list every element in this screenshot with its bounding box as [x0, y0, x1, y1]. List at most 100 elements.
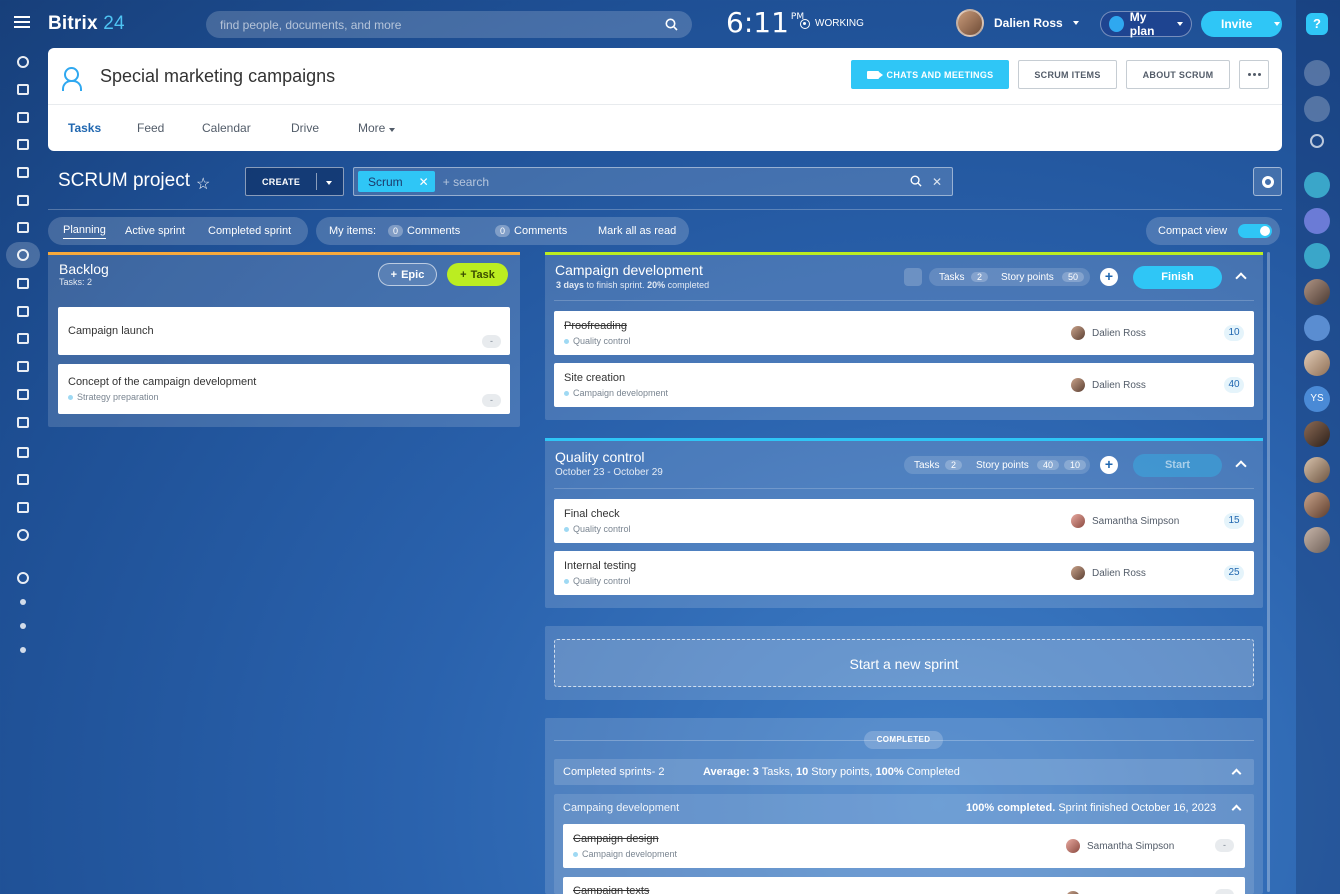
toggle-switch[interactable] [1238, 224, 1272, 238]
start-sprint-button[interactable]: Start [1133, 454, 1222, 477]
sidebar-item-messenger[interactable] [6, 104, 40, 130]
add-epic-button[interactable]: + Epic [378, 263, 437, 286]
add-task-icon[interactable]: + [1100, 456, 1118, 474]
completed-task-item[interactable]: Campaign texts - [563, 877, 1245, 894]
backlog-item[interactable]: Concept of the campaign development Stra… [58, 364, 510, 414]
chevron-down-icon[interactable] [1274, 22, 1281, 26]
collapse-icon[interactable] [1231, 804, 1242, 815]
search-icon[interactable] [1310, 134, 1324, 148]
sidebar-item-developer[interactable] [6, 494, 40, 520]
sprint-task-item[interactable]: Proofreading Quality control Dalien Ross… [554, 311, 1254, 355]
story-points-badge[interactable]: 15 [1224, 513, 1244, 529]
sidebar-item-checklist[interactable] [6, 270, 40, 296]
story-points-badge[interactable]: - [1215, 839, 1234, 852]
sidebar-item-add[interactable] [6, 637, 40, 663]
filter-chip[interactable]: Scrum ✕ [358, 171, 435, 192]
sidebar-item-more[interactable] [6, 522, 40, 548]
sidebar-item-feed[interactable] [6, 49, 40, 75]
story-points-badge[interactable]: - [482, 394, 501, 407]
story-points-badge[interactable]: 40 [1224, 377, 1244, 393]
tab-drive[interactable]: Drive [291, 118, 319, 138]
avatar[interactable] [1304, 350, 1330, 376]
burndown-chart-icon[interactable] [904, 268, 922, 286]
avatar[interactable]: YS [1304, 386, 1330, 412]
tab-more[interactable]: More [358, 118, 395, 138]
sidebar-item-structure[interactable] [6, 589, 40, 615]
avatar[interactable] [1304, 315, 1330, 341]
work-status[interactable]: WORKING [800, 18, 864, 29]
sidebar-item-contacts[interactable] [6, 381, 40, 407]
star-icon[interactable]: ☆ [196, 174, 210, 194]
calendar-icon[interactable] [1304, 172, 1330, 198]
create-button[interactable]: CREATE [245, 167, 344, 196]
add-task-button[interactable]: + Task [447, 263, 508, 286]
backlog-item[interactable]: Campaign launch - [58, 307, 510, 355]
story-points-badge[interactable]: 25 [1224, 565, 1244, 581]
sidebar-item-sites[interactable] [6, 325, 40, 351]
comments-filter[interactable]: 0 Comments [388, 225, 460, 237]
my-plan-button[interactable]: My plan [1100, 10, 1192, 38]
sprint-task-item[interactable]: Internal testing Quality control Dalien … [554, 551, 1254, 595]
story-points-badge[interactable]: 10 [1224, 325, 1244, 341]
menu-icon[interactable] [14, 16, 30, 28]
sidebar-item-documents[interactable] [6, 159, 40, 185]
help-button[interactable]: ? [1306, 13, 1328, 35]
chats-and-meetings-button[interactable]: CHATS AND MEETINGS [851, 60, 1009, 89]
tab-calendar[interactable]: Calendar [202, 118, 251, 138]
invite-button[interactable]: Invite [1201, 11, 1282, 37]
tab-planning[interactable]: Planning [63, 224, 106, 239]
sidebar-item-crm[interactable] [6, 298, 40, 324]
mark-all-read-link[interactable]: Mark all as read [598, 225, 676, 237]
create-dropdown[interactable] [317, 177, 343, 187]
more-actions-button[interactable] [1239, 60, 1269, 89]
assignee[interactable]: Dalien Ross [1071, 566, 1146, 580]
assignee[interactable]: Dalien Ross [1071, 326, 1146, 340]
tab-feed[interactable]: Feed [137, 118, 164, 138]
sidebar-item-marketplace[interactable] [6, 466, 40, 492]
messenger-icon[interactable] [1304, 96, 1330, 122]
sidebar-item-settings[interactable] [6, 613, 40, 639]
avatar[interactable] [1304, 527, 1330, 553]
story-points-badge[interactable]: - [482, 335, 501, 348]
notifications-icon[interactable] [1304, 60, 1330, 86]
calendar-icon[interactable] [1304, 243, 1330, 269]
sidebar-item-tasks[interactable] [6, 76, 40, 102]
scrollbar[interactable] [1267, 252, 1270, 892]
add-task-icon[interactable]: + [1100, 268, 1118, 286]
tab-active-sprint[interactable]: Active sprint [125, 225, 185, 237]
sidebar-item-drive[interactable] [6, 187, 40, 213]
sprint-task-item[interactable]: Final check Quality control Samantha Sim… [554, 499, 1254, 543]
sidebar-item-groups[interactable] [6, 242, 40, 268]
about-scrum-button[interactable]: ABOUT SCRUM [1126, 60, 1230, 89]
clock[interactable]: 6:11 PM [726, 6, 804, 39]
sprint-task-item[interactable]: Site creation Campaign development Dalie… [554, 363, 1254, 407]
app-logo[interactable]: Bitrix 24 [48, 13, 125, 35]
finish-sprint-button[interactable]: Finish [1133, 266, 1222, 289]
filter-search-input[interactable]: Scrum ✕ + search ✕ [353, 167, 953, 196]
sidebar-item-sign[interactable] [6, 353, 40, 379]
comments-filter[interactable]: 0 Comments [495, 225, 567, 237]
tab-completed-sprint[interactable]: Completed sprint [208, 225, 291, 237]
assignee[interactable]: Samantha Simpson [1066, 839, 1174, 853]
close-icon[interactable]: ✕ [419, 175, 429, 189]
sidebar-item-help[interactable] [6, 565, 40, 591]
sidebar-item-inventory[interactable] [6, 439, 40, 465]
story-points-badge[interactable]: - [1215, 889, 1234, 894]
collapse-icon[interactable] [1231, 768, 1242, 779]
avatar[interactable] [1304, 492, 1330, 518]
calendar-icon[interactable] [1304, 208, 1330, 234]
sidebar-item-mail[interactable] [6, 214, 40, 240]
search-icon[interactable] [910, 175, 922, 187]
assignee[interactable]: Dalien Ross [1071, 378, 1146, 392]
completed-task-item[interactable]: Campaign design Campaign development Sam… [563, 824, 1245, 868]
sidebar-item-bots[interactable] [6, 409, 40, 435]
user-menu[interactable]: Dalien Ross [956, 9, 1079, 37]
sidebar-item-calendar[interactable] [6, 131, 40, 157]
settings-button[interactable] [1253, 167, 1282, 196]
global-search-input[interactable]: find people, documents, and more [206, 11, 692, 38]
avatar[interactable] [1304, 421, 1330, 447]
avatar[interactable] [1304, 457, 1330, 483]
avatar[interactable] [1304, 279, 1330, 305]
clear-icon[interactable]: ✕ [932, 175, 942, 189]
scrum-items-button[interactable]: SCRUM ITEMS [1018, 60, 1117, 89]
